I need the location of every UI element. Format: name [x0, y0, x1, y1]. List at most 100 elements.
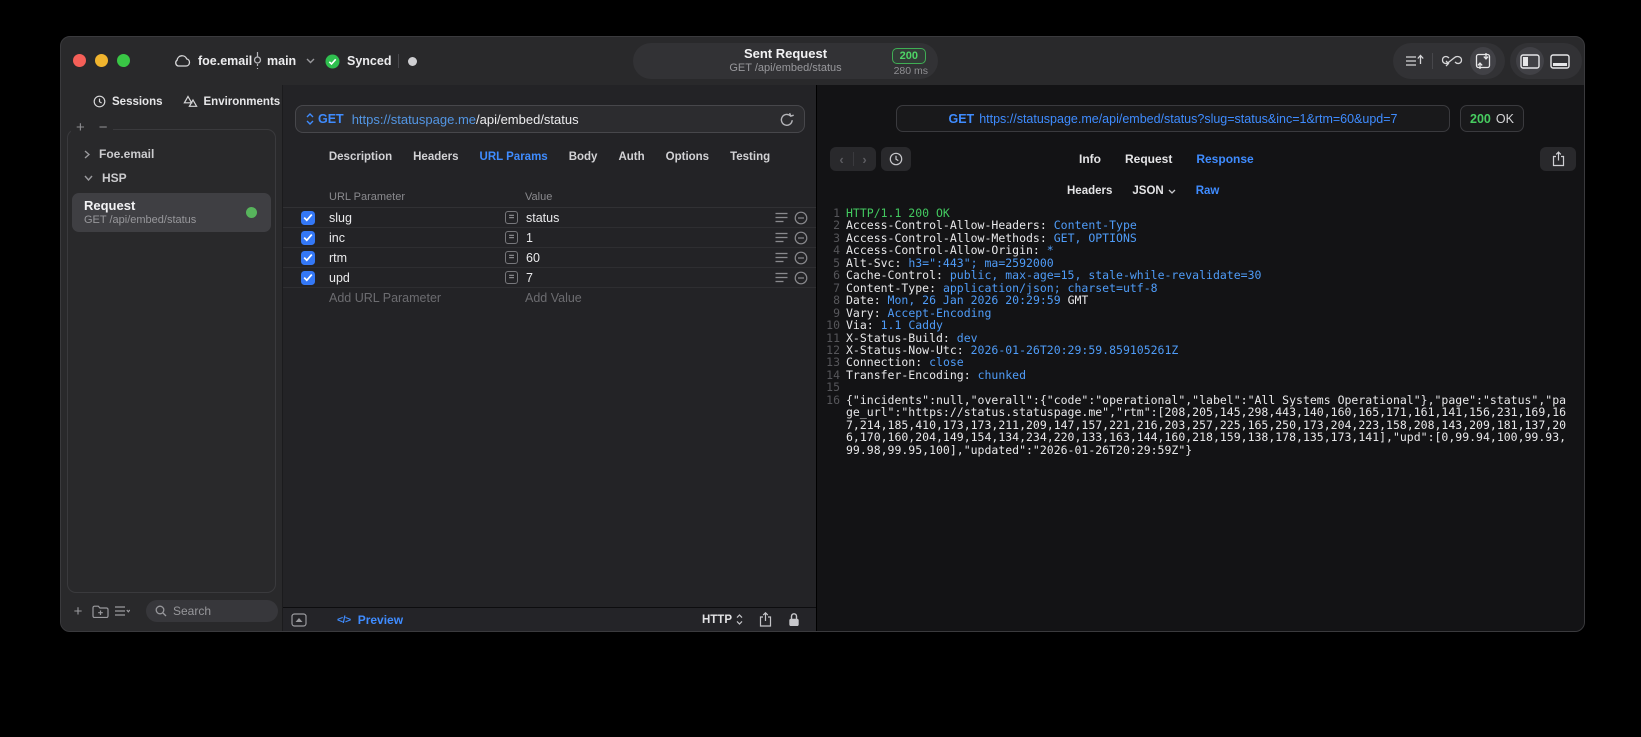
param-value[interactable]: 7	[526, 271, 816, 285]
param-name[interactable]: upd	[329, 271, 505, 285]
tree-item-label: Foe.email	[99, 147, 155, 161]
column-header-value: Value	[525, 191, 553, 203]
export-response-button[interactable]	[1540, 147, 1576, 171]
add-param-row[interactable]: Add URL Parameter Add Value	[283, 288, 816, 308]
tab-environments[interactable]: Environments	[182, 95, 281, 108]
response-subtabs: Headers JSON Raw	[1067, 185, 1219, 197]
request-url-bar[interactable]: GET https://statuspage.me /api/embed/sta…	[295, 105, 805, 133]
forward-button[interactable]: ›	[854, 152, 876, 167]
remove-param-icon[interactable]	[794, 251, 808, 265]
drag-handle-icon[interactable]	[775, 232, 788, 243]
subtab-headers[interactable]: Headers	[1067, 185, 1112, 197]
tab-options[interactable]: Options	[666, 151, 709, 163]
code-line: 14 Transfer-Encoding: chunked	[823, 368, 1582, 381]
titlebar: foe.email main Synced Sent Request GET /…	[61, 37, 1584, 85]
close-window-button[interactable]	[73, 54, 86, 67]
method-selector-icon[interactable]	[306, 113, 314, 125]
request-item-title: Request	[84, 198, 136, 213]
export-lines-icon[interactable]	[1403, 47, 1425, 75]
tree-item-label: HSP	[102, 171, 127, 185]
sessions-tree-panel: Foe.email HSP Request GET /api/embed/sta…	[67, 129, 276, 593]
drag-handle-icon[interactable]	[775, 272, 788, 283]
param-value[interactable]: status	[526, 211, 816, 225]
add-session-button[interactable]: +	[76, 119, 85, 136]
param-row[interactable]: inc = 1	[283, 228, 816, 248]
clock-icon	[889, 152, 903, 166]
param-row-icons	[775, 251, 808, 265]
equals-icon[interactable]: =	[505, 271, 518, 284]
equals-icon[interactable]: =	[505, 211, 518, 224]
search-input[interactable]: Search	[146, 600, 278, 622]
response-url-box[interactable]: GET https://statuspage.me/api/embed/stat…	[896, 105, 1450, 132]
param-row[interactable]: upd = 7	[283, 268, 816, 288]
response-status-badge: 200 OK	[1460, 105, 1524, 132]
resend-request-icon[interactable]	[780, 112, 794, 127]
param-value[interactable]: 1	[526, 231, 816, 245]
add-param-value-placeholder[interactable]: Add Value	[525, 291, 582, 305]
chevron-down-icon	[1168, 189, 1176, 194]
tab-info[interactable]: Info	[1079, 152, 1101, 166]
branch-selector[interactable]: main	[253, 37, 315, 85]
param-row[interactable]: slug = status	[283, 208, 816, 228]
drag-handle-icon[interactable]	[775, 212, 788, 223]
minimize-window-button[interactable]	[95, 54, 108, 67]
sync-status[interactable]: Synced	[325, 37, 391, 85]
share-icon[interactable]	[759, 612, 772, 627]
param-enabled-checkbox[interactable]	[301, 210, 315, 225]
tab-auth[interactable]: Auth	[618, 151, 644, 163]
tab-response[interactable]: Response	[1196, 152, 1253, 166]
list-view-icon[interactable]	[111, 600, 133, 622]
param-enabled-checkbox[interactable]	[301, 270, 315, 285]
back-button[interactable]: ‹	[831, 152, 853, 167]
lock-icon[interactable]	[788, 612, 800, 627]
search-icon	[155, 605, 167, 617]
sidebar-tabs: Sessions Environments	[61, 95, 282, 108]
drag-handle-icon[interactable]	[775, 252, 788, 263]
tab-headers[interactable]: Headers	[413, 151, 458, 163]
toggle-sidebar-icon[interactable]	[1516, 47, 1544, 75]
tab-url-params[interactable]: URL Params	[480, 151, 548, 163]
subtab-raw[interactable]: Raw	[1196, 185, 1220, 197]
remove-param-icon[interactable]	[794, 211, 808, 225]
toolbar-cluster-right	[1510, 43, 1582, 79]
tree-item-hsp[interactable]: HSP	[68, 166, 275, 190]
protocol-selector[interactable]: HTTP	[702, 614, 743, 626]
response-tabs: Info Request Response	[1079, 147, 1254, 171]
remove-param-icon[interactable]	[794, 231, 808, 245]
param-enabled-checkbox[interactable]	[301, 230, 315, 245]
toggle-bottom-panel-icon[interactable]	[1548, 47, 1572, 75]
add-param-name-placeholder[interactable]: Add URL Parameter	[329, 291, 441, 305]
param-row[interactable]: rtm = 60	[283, 248, 816, 268]
param-name[interactable]: inc	[329, 231, 505, 245]
remove-param-icon[interactable]	[794, 271, 808, 285]
param-name[interactable]: rtm	[329, 251, 505, 265]
remove-session-button[interactable]: −	[99, 119, 108, 136]
tab-body[interactable]: Body	[569, 151, 598, 163]
response-body[interactable]: 1 HTTP/1.1 200 OK 2 Access-Control-Allow-He…	[817, 207, 1582, 631]
param-value[interactable]: 60	[526, 251, 816, 265]
sync-loop-icon[interactable]	[1440, 47, 1462, 75]
tab-description[interactable]: Description	[329, 151, 392, 163]
project-selector[interactable]: foe.email	[173, 37, 252, 85]
new-folder-icon[interactable]	[89, 600, 111, 622]
tab-request[interactable]: Request	[1125, 152, 1172, 166]
history-button[interactable]	[881, 147, 911, 171]
tab-testing[interactable]: Testing	[730, 151, 770, 163]
request-list-item-selected[interactable]: Request GET /api/embed/status	[72, 193, 271, 232]
import-request-icon[interactable]	[1469, 47, 1496, 75]
new-request-button[interactable]: +	[67, 600, 89, 622]
show-panel-icon[interactable]	[291, 612, 307, 627]
equals-icon[interactable]: =	[505, 251, 518, 264]
chevron-down-icon	[306, 58, 315, 64]
subtab-json[interactable]: JSON	[1132, 185, 1176, 197]
param-name[interactable]: slug	[329, 211, 505, 225]
tree-item-foe-email[interactable]: Foe.email	[68, 142, 275, 166]
preview-label: Preview	[357, 612, 404, 627]
zoom-window-button[interactable]	[117, 54, 130, 67]
equals-icon[interactable]: =	[505, 231, 518, 244]
tab-environments-label: Environments	[203, 95, 281, 108]
sent-request-pill[interactable]: Sent Request GET /api/embed/status 200 2…	[633, 43, 938, 79]
param-enabled-checkbox[interactable]	[301, 250, 315, 265]
preview-button[interactable]: </> Preview	[337, 613, 403, 627]
tab-sessions[interactable]: Sessions	[93, 95, 163, 108]
